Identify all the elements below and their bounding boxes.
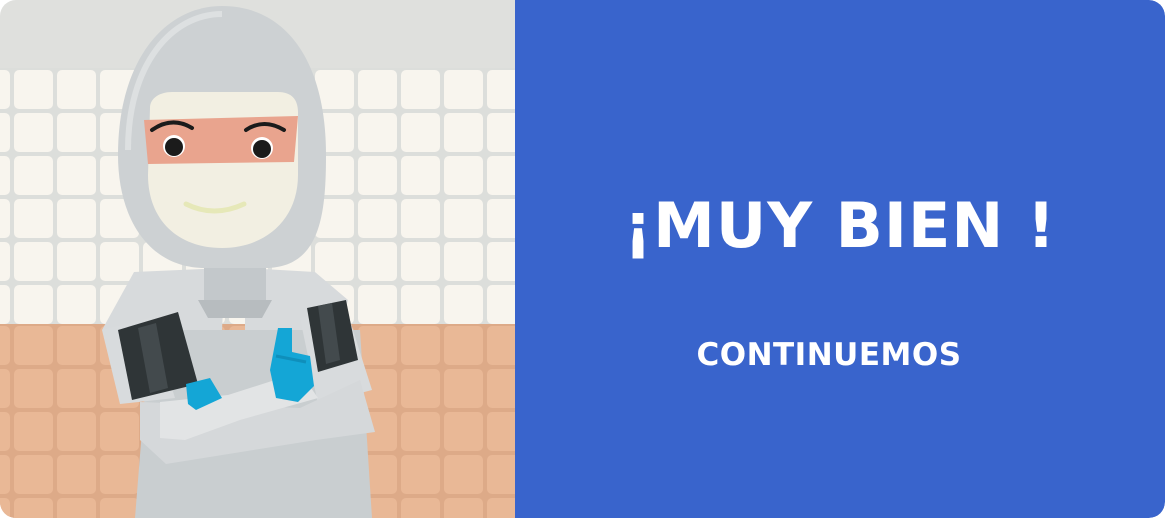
- face: [148, 92, 298, 248]
- feedback-headline: ¡MUY BIEN !: [623, 189, 1057, 262]
- feedback-panel: ¡MUY BIEN ! CONTINUEMOS: [515, 0, 1165, 518]
- continue-button[interactable]: CONTINUEMOS: [515, 334, 1143, 376]
- worker-illustration: [0, 0, 515, 518]
- feedback-card: ¡MUY BIEN ! CONTINUEMOS: [0, 0, 1165, 518]
